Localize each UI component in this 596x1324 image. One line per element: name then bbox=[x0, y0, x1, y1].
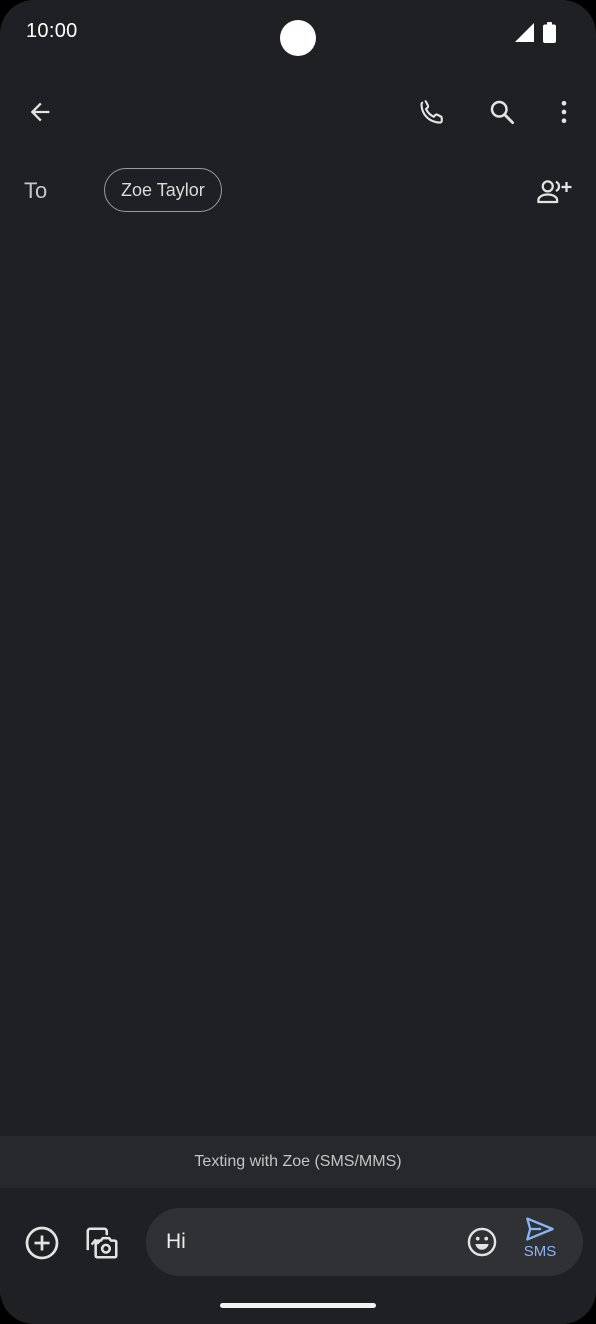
conversation-area[interactable] bbox=[0, 228, 596, 1136]
add-recipient-button[interactable] bbox=[532, 170, 576, 214]
search-icon bbox=[490, 100, 514, 124]
gallery-camera-button[interactable] bbox=[80, 1221, 124, 1265]
signal-icon bbox=[515, 23, 534, 42]
status-bar: 10:00 bbox=[0, 0, 596, 70]
arrow-back-icon bbox=[30, 102, 50, 122]
texting-mode-banner: Texting with Zoe (SMS/MMS) bbox=[0, 1136, 596, 1188]
top-app-bar bbox=[0, 80, 596, 144]
search-button[interactable] bbox=[480, 90, 524, 134]
phone-icon bbox=[420, 99, 443, 124]
add-person-icon bbox=[537, 180, 572, 204]
to-label: To bbox=[24, 178, 48, 203]
emoji-icon bbox=[467, 1227, 497, 1257]
send-icon bbox=[526, 1217, 554, 1241]
phone-screen: 10:00 To Zoe Taylor Texting with Zoe (SM… bbox=[0, 0, 596, 1324]
message-input[interactable] bbox=[166, 1222, 456, 1262]
gesture-navigation-bar[interactable] bbox=[220, 1303, 376, 1308]
send-sms-button[interactable]: SMS bbox=[512, 1216, 568, 1268]
emoji-button[interactable] bbox=[460, 1220, 504, 1264]
gallery-camera-icon bbox=[86, 1227, 118, 1259]
recipient-chip[interactable]: Zoe Taylor bbox=[104, 168, 222, 212]
message-field: SMS bbox=[146, 1208, 583, 1276]
recipient-row: To Zoe Taylor bbox=[0, 152, 596, 228]
battery-icon bbox=[543, 22, 556, 43]
call-button[interactable] bbox=[410, 90, 454, 134]
add-attachment-button[interactable] bbox=[20, 1221, 64, 1265]
send-sms-label: SMS bbox=[523, 1243, 557, 1260]
status-time: 10:00 bbox=[26, 20, 78, 42]
recipient-chip-label: Zoe Taylor bbox=[121, 179, 205, 200]
more-options-button[interactable] bbox=[542, 90, 586, 134]
more-vert-icon bbox=[561, 100, 567, 124]
texting-mode-text: Texting with Zoe (SMS/MMS) bbox=[194, 1153, 402, 1170]
back-button[interactable] bbox=[18, 90, 62, 134]
camera-cutout bbox=[280, 20, 316, 56]
add-circle-icon bbox=[25, 1226, 59, 1260]
